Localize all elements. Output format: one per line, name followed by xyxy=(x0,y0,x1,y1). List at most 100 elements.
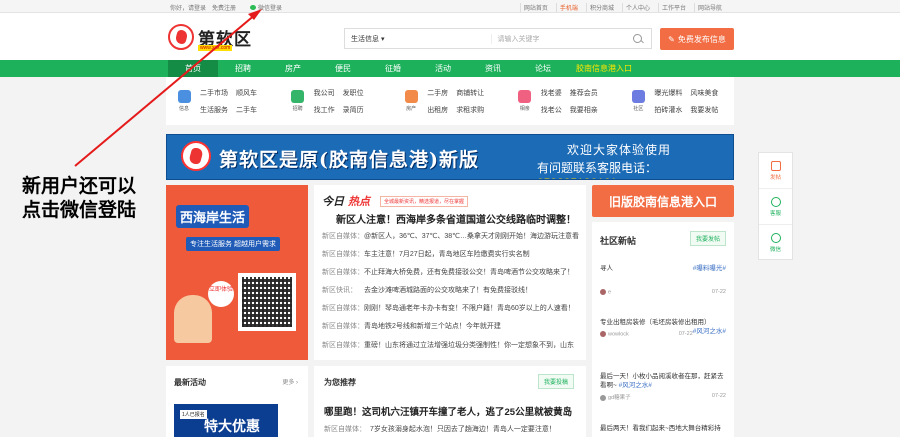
hot-news-panel: 今日 热点 全城最新资讯，精选报道，尽在掌握 新区人注意！西海岸多条省道国道公交… xyxy=(314,185,586,360)
sidebar-wechat[interactable]: 微信 xyxy=(759,225,792,261)
free-post-button[interactable]: ✎ 免费发布信息 xyxy=(660,28,734,50)
workbench-link[interactable]: 工作平台 xyxy=(657,3,689,12)
hot-news-label-a: 今日 xyxy=(322,196,344,208)
recommend-headline[interactable]: 哪里跑！这司机六汪镇开车撞了老人，逃了25公里就被黄岛 xyxy=(324,404,572,418)
nav-item-services[interactable]: 便民 xyxy=(318,60,368,77)
category-link[interactable]: 我要发帖 xyxy=(690,105,718,115)
nav-item-jobs[interactable]: 招聘 xyxy=(218,60,268,77)
wechat-icon xyxy=(250,5,257,10)
category-link[interactable]: 曝光爆料 xyxy=(654,88,682,98)
info-icon xyxy=(177,90,191,103)
nav-item-dating[interactable]: 征婚 xyxy=(368,60,418,77)
category-link[interactable]: 二手车 xyxy=(236,105,257,115)
app-promo[interactable]: 西海岸生活 专注生活服务 超越用户需求 立即体验 xyxy=(166,185,308,360)
news-item[interactable]: 新区自媒体： 青岛地铁2号线和新增三个站点！今年就开建 xyxy=(322,321,580,339)
points-mall-link[interactable]: 积分商城 xyxy=(585,3,617,12)
category-link[interactable]: 发职位 xyxy=(343,88,364,98)
sidebar-post[interactable]: 发帖 xyxy=(759,153,792,189)
banner-welcome: 欢迎大家体验使用 xyxy=(567,143,672,157)
home-link[interactable]: 网站首页 xyxy=(519,3,551,12)
edit-icon: ✎ xyxy=(668,34,675,44)
old-portal-button[interactable]: 旧版胶南信息港入口 xyxy=(592,185,734,217)
news-text: 车主注意！7月27日起，青岛地区车险缴费实行实名制 xyxy=(364,251,530,259)
category-dating: 相亲 找老婆 推荐会员 找老公 我要相亲 xyxy=(507,77,621,125)
nav-item-old-portal[interactable]: 胶南信息港入口 xyxy=(568,60,640,77)
category-housing-label: 房产 xyxy=(406,106,417,112)
post-title: 最后两天！看我们起来~西地大舞台精彩持 xyxy=(600,425,721,432)
login-link[interactable]: 你好，请登录 xyxy=(170,3,206,12)
main-nav: 首页 招聘 房产 便民 征婚 活动 资讯 论坛 胶南信息港入口 xyxy=(0,60,900,77)
hot-news-headline[interactable]: 新区人注意！西海岸多条省道国道公交线路临时调整！ xyxy=(336,211,576,226)
sidebar-wechat-label: 微信 xyxy=(769,247,781,253)
category-link[interactable]: 生活服务 xyxy=(200,105,228,115)
category-link[interactable]: 我要相亲 xyxy=(570,105,598,115)
promo-title: 西海岸生活 xyxy=(176,205,250,228)
submit-article-button[interactable]: 我要投稿 xyxy=(537,374,574,389)
news-item[interactable]: 新区自媒体： 车主注意！7月27日起，青岛地区车险缴费实行实名制 xyxy=(322,249,580,267)
search-input[interactable]: 请输入关键字 xyxy=(492,34,632,44)
nav-item-housing[interactable]: 房产 xyxy=(268,60,318,77)
nav-item-home[interactable]: 首页 xyxy=(168,60,218,77)
category-link[interactable]: 找老公 xyxy=(541,105,562,115)
site-nav-link[interactable]: 网站导航 xyxy=(693,3,725,12)
category-link[interactable]: 拍砖灌水 xyxy=(654,105,682,115)
sidebar-support[interactable]: 客服 xyxy=(759,189,792,225)
post-author: gd糖果子 xyxy=(608,395,631,401)
category-jobs-icon-wrap[interactable]: 招聘 xyxy=(288,90,308,112)
news-item[interactable]: 新区快讯： 去金沙滩啤酒城路面的公交攻略来了！有免费接驳线！ xyxy=(322,285,580,303)
category-link[interactable]: 顺风车 xyxy=(236,88,257,98)
search-category-label: 生活信息 xyxy=(351,35,379,43)
category-link[interactable]: 找老婆 xyxy=(541,88,562,98)
community-post-button[interactable]: 我要发帖 xyxy=(689,231,726,246)
community-post[interactable]: 专业出租房装修（毛坯房装修出租用） #风河之水# wowlock 07-22 xyxy=(600,318,726,337)
category-community-icon-wrap[interactable]: 社区 xyxy=(628,90,648,112)
category-link[interactable]: 求租求购 xyxy=(456,105,484,115)
promo-banner[interactable]: 第软区是原(胶南信息港)新版 欢迎大家体验使用 有问题联系客服电话：053285… xyxy=(166,134,734,180)
search-category-select[interactable]: 生活信息 ▾ xyxy=(345,33,492,44)
user-center-link[interactable]: 个人中心 xyxy=(621,3,653,12)
post-tag: #风河之水# xyxy=(618,382,652,389)
community-post[interactable]: 最后两天！看我们起来~西地大舞台精彩持 xyxy=(600,424,726,433)
news-item[interactable]: 新区自媒体： 不止拜海大桥免费，还有免费接驳公交！青岛啤酒节公交攻略来了！ xyxy=(322,267,580,285)
category-link[interactable]: 商铺转让 xyxy=(456,88,484,98)
wechat-login-link[interactable]: 微信登录 xyxy=(250,3,282,12)
category-link[interactable]: 二手房 xyxy=(427,88,448,98)
search-icon[interactable] xyxy=(631,32,645,46)
building-icon xyxy=(404,90,418,103)
community-post[interactable]: 最后一天！小枚小品阅溪收者在那，赶紧去看啊~ #风河之水# gd糖果子 07-22 xyxy=(600,372,726,401)
event-banner[interactable]: 1人已报名 特大优惠 xyxy=(174,404,278,437)
post-title: 专业出租房装修（毛坯房装修出租用） xyxy=(600,319,711,326)
avatar xyxy=(600,394,606,401)
category-link[interactable]: 风味美食 xyxy=(690,88,718,98)
latest-events-title: 最新活动 xyxy=(174,378,206,387)
news-item[interactable]: 新区自媒体： 刚刚！琴岛通老年卡办卡有变！不限户籍！青岛60岁以上的人速看！ xyxy=(322,303,580,321)
site-logo[interactable]: 第软区 www.xxx.com xyxy=(168,24,258,54)
hot-news-subtitle: 全城最新资讯，精选报道，尽在掌握 xyxy=(380,195,469,207)
category-housing-icon-wrap[interactable]: 房产 xyxy=(401,90,421,112)
latest-events-more[interactable]: 更多 › xyxy=(282,377,298,386)
category-link[interactable]: 我公司 xyxy=(314,88,335,98)
chevron-down-icon: ▾ xyxy=(381,35,385,43)
category-link[interactable]: 录简历 xyxy=(343,105,364,115)
category-info-icon-wrap[interactable]: 信息 xyxy=(174,90,194,112)
news-source: 新区自媒体： xyxy=(322,251,364,259)
banner-logo-icon xyxy=(181,141,211,171)
category-info: 信息 二手市场 顺风车 生活服务 二手车 xyxy=(166,77,280,125)
register-link[interactable]: 免费注册 xyxy=(212,3,236,12)
mobile-link[interactable]: 手机端 xyxy=(555,3,581,12)
category-link[interactable]: 二手市场 xyxy=(200,88,228,98)
nav-item-events[interactable]: 活动 xyxy=(418,60,468,77)
category-link[interactable]: 出租房 xyxy=(427,105,448,115)
annotation-line-2: 点击微信登陆 xyxy=(22,199,137,221)
news-item[interactable]: 新区自媒体： @新区人，36℃、37℃、38℃…桑拿天才刚刚开始！海边游玩注意看 xyxy=(322,231,580,249)
category-link[interactable]: 推荐会员 xyxy=(570,88,598,98)
nav-item-forum[interactable]: 论坛 xyxy=(518,60,568,77)
post-tag: #风河之水# xyxy=(692,328,726,335)
news-item[interactable]: 新区自媒体： 重磅！山东将通过立法增强垃圾分类强制性！你一定想象不到，山东 xyxy=(322,340,580,358)
nav-item-news[interactable]: 资讯 xyxy=(468,60,518,77)
category-dating-icon-wrap[interactable]: 相亲 xyxy=(515,90,535,112)
community-post[interactable]: 寻人 #曝料曝光# e 07-22 xyxy=(600,264,726,295)
recommend-item[interactable]: 新区自媒体： 7岁女孩溺身起水泡！只因去了趟海边！青岛人一定要注意！ xyxy=(324,424,556,434)
free-post-label: 免费发布信息 xyxy=(677,34,726,44)
category-link[interactable]: 找工作 xyxy=(314,105,335,115)
